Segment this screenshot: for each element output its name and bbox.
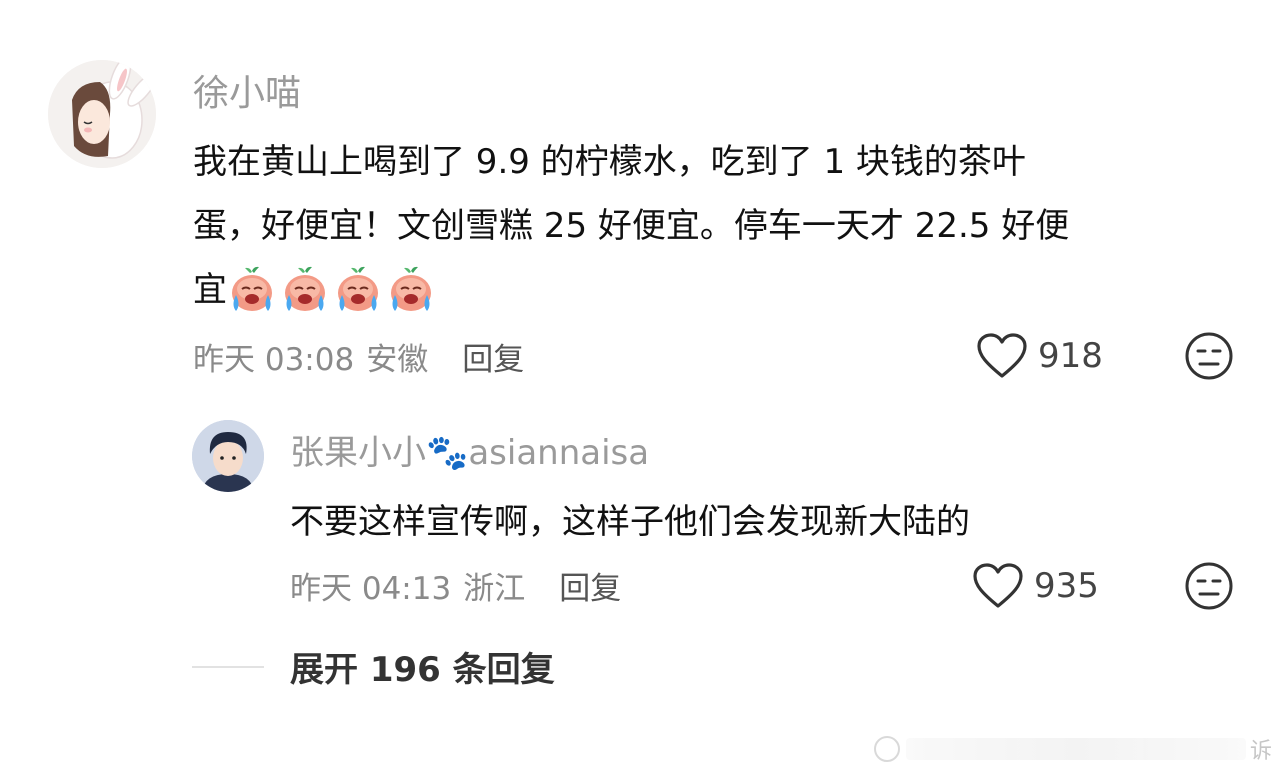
expand-replies-button[interactable]: 展开 196 条回复 — [192, 642, 555, 691]
girl-bunny-avatar-icon — [48, 60, 156, 168]
reply-time: 昨天 04:13 — [290, 571, 452, 607]
replier-name[interactable]: 张果小小🐾asiannaisa — [290, 425, 649, 474]
crying-peach-emoji — [338, 266, 378, 311]
crying-peach-emoji — [232, 266, 272, 311]
comment-meta: 昨天 03:08 安徽 回复 — [193, 334, 524, 379]
reply-meta: 昨天 04:13 浙江 回复 — [290, 563, 621, 608]
comment-like-button[interactable]: 918 — [976, 332, 1103, 380]
reply-like-count: 935 — [1034, 566, 1099, 606]
boy-avatar-icon — [192, 420, 264, 492]
expand-replies-label: 展开 196 条回复 — [290, 650, 555, 690]
commenter-name[interactable]: 徐小喵 — [193, 64, 301, 116]
watermark-bar — [905, 738, 1246, 760]
emoji-row — [227, 266, 439, 311]
meh-face-icon — [1185, 332, 1233, 380]
comment-text-line-3-text: 宜 — [193, 270, 227, 310]
comment-dislike-button[interactable] — [1184, 331, 1234, 385]
reply-reply-button[interactable]: 回复 — [559, 563, 621, 608]
watermark: 诉 — [872, 733, 1272, 765]
comment-text-line-3: 宜 — [193, 262, 439, 315]
commenter-avatar[interactable] — [48, 60, 156, 168]
comment-time: 昨天 03:08 — [193, 342, 355, 378]
meh-face-icon — [1185, 562, 1233, 610]
comment-text-line-1: 我在黄山上喝到了 9.9 的柠檬水，吃到了 1 块钱的茶叶 — [193, 142, 1026, 182]
comment-text-line-2: 蛋，好便宜！文创雪糕 25 好便宜。停车一天才 22.5 好便 — [193, 206, 1070, 246]
crying-peach-emoji — [285, 266, 325, 311]
reply-like-button[interactable]: 935 — [972, 562, 1099, 610]
weibo-logo-icon — [873, 736, 900, 762]
comment-location: 安徽 — [366, 342, 429, 378]
watermark-text: 诉 — [1249, 739, 1272, 764]
heart-icon — [973, 563, 1023, 608]
reply-dislike-button[interactable] — [1184, 561, 1234, 615]
comment-like-count: 918 — [1038, 336, 1103, 376]
reply-location: 浙江 — [463, 571, 526, 607]
expand-divider — [192, 665, 264, 668]
heart-icon — [977, 333, 1027, 378]
reply-text: 不要这样宣传啊，这样子他们会发现新大陆的 — [290, 502, 970, 542]
comment-reply-button[interactable]: 回复 — [462, 334, 524, 379]
replier-avatar[interactable] — [192, 420, 264, 492]
crying-peach-emoji — [391, 266, 431, 311]
